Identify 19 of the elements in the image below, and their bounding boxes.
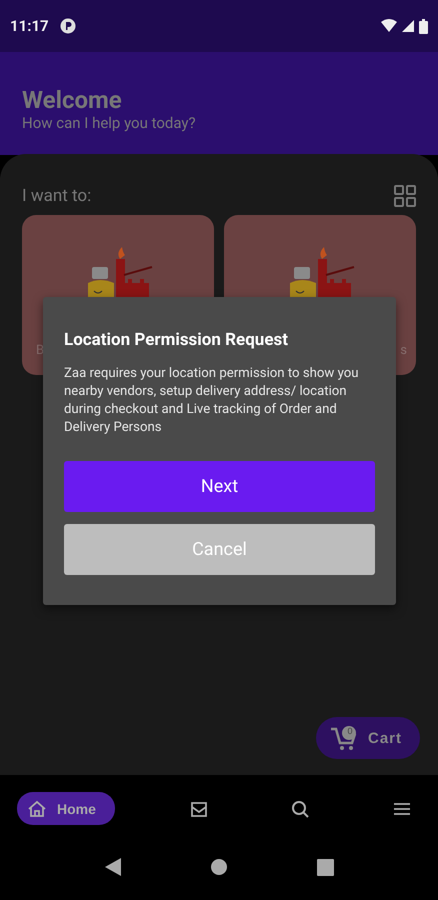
- cart-count: 0: [346, 726, 354, 736]
- recents-icon[interactable]: [316, 858, 334, 876]
- home-icon: [27, 798, 47, 818]
- battery-icon: [419, 18, 428, 34]
- search-icon: [290, 798, 310, 818]
- notification-icon: [60, 18, 76, 34]
- home-circle-icon[interactable]: [210, 858, 228, 876]
- wifi-icon: [381, 19, 397, 33]
- next-button[interactable]: Next: [64, 461, 375, 512]
- signal-icon: [402, 19, 414, 33]
- page-subtitle: How can I help you today?: [22, 114, 197, 132]
- home-tab[interactable]: Home: [17, 792, 115, 825]
- cart-label: Cart: [368, 730, 402, 746]
- page-title: Welcome: [22, 86, 123, 114]
- section-label: I want to:: [22, 186, 92, 206]
- back-icon[interactable]: [104, 858, 120, 876]
- grid-icon[interactable]: [394, 185, 416, 207]
- clock: 11:17: [10, 17, 49, 35]
- cart-button[interactable]: 0 Cart: [316, 717, 420, 759]
